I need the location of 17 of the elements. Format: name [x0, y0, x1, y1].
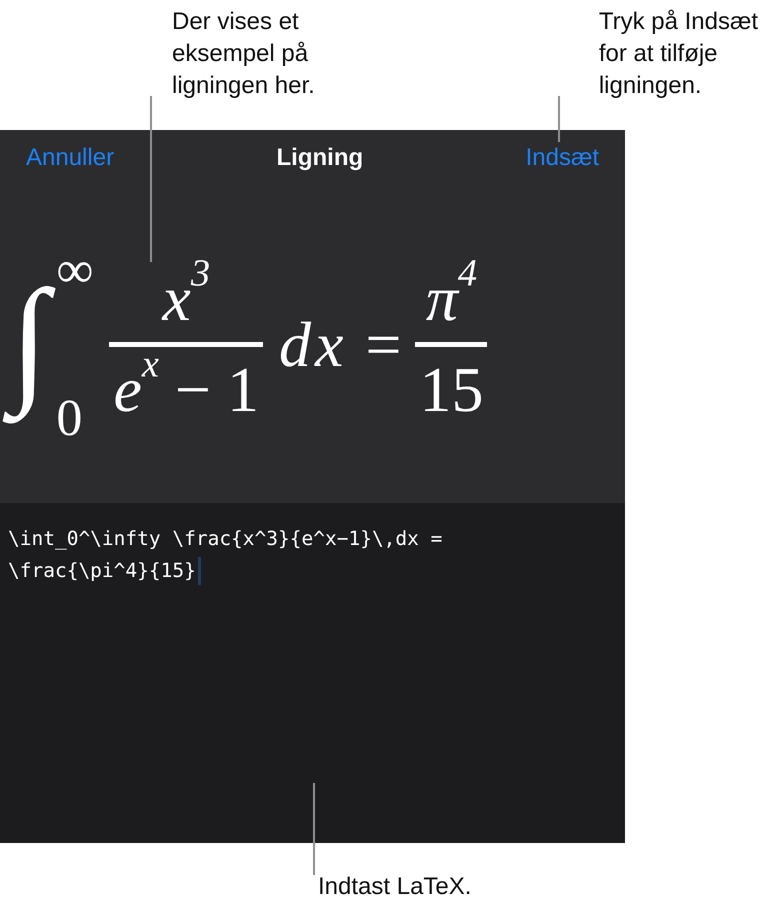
latex-code-line: \frac{\pi^4}{15} [8, 558, 196, 584]
differential: dx [278, 308, 348, 382]
denominator: 15 [418, 355, 484, 426]
callout-text: Indtast LaTeX. [318, 872, 472, 902]
latex-code-line: \int_0^\infty \frac{x^3}{e^x−1}\,dx = [8, 526, 442, 552]
latex-input-field[interactable]: \int_0^\infty \frac{x^3}{e^x−1}\,dx = \frac{\pi^4}{15} [0, 503, 625, 843]
integral-sign: ∫ [4, 248, 54, 430]
upper-limit: ∞ [56, 244, 94, 296]
insert-button[interactable]: Indsæt [526, 144, 599, 172]
callout-text: Der vises et eksempel på ligningen her. [172, 7, 315, 101]
denominator: e$^{x}$ − 1 [112, 355, 260, 426]
equals-sign: = [365, 308, 402, 382]
leader-line [558, 96, 560, 142]
dialog-title: Ligning [276, 144, 364, 172]
lower-limit: 0 [56, 392, 84, 444]
callout-text: Tryk på Indsæt for at tilføje ligningen. [598, 7, 758, 101]
cancel-button[interactable]: Annuller [26, 144, 114, 172]
